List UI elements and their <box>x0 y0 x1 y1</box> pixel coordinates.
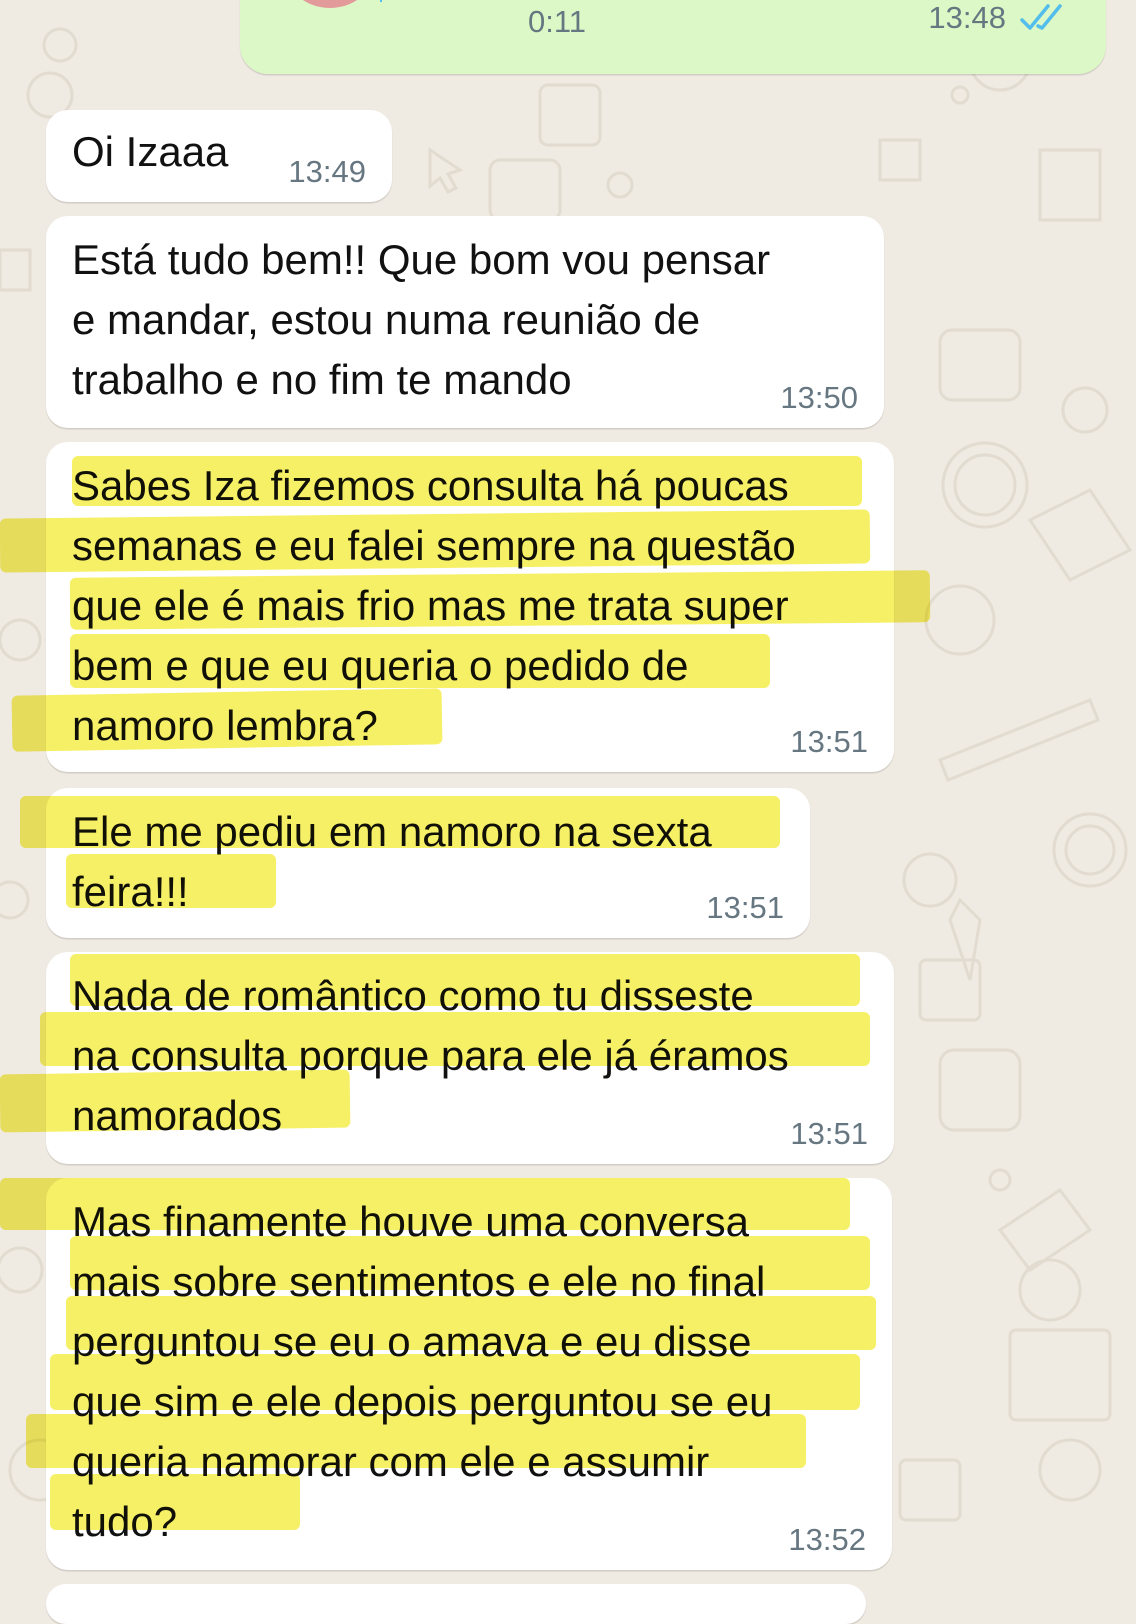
incoming-message[interactable]: Sabes Iza fizemos consulta há poucas sem… <box>46 442 894 772</box>
message-time: 13:51 <box>790 724 868 759</box>
message-text: Ele me pediu em namoro na sexta feira!!! <box>72 808 712 915</box>
incoming-message[interactable]: Oi Izaaa 13:49 <box>46 110 392 202</box>
incoming-message[interactable]: Nada de romântico como tu disseste na co… <box>46 952 894 1164</box>
message-text: Sabes Iza fizemos consulta há poucas sem… <box>72 462 796 749</box>
message-time: 13:51 <box>790 1116 868 1151</box>
microphone-icon <box>380 0 382 2</box>
incoming-message[interactable]: Ele me pediu em namoro na sexta feira!!!… <box>46 788 810 938</box>
message-time: 13:49 <box>288 154 366 189</box>
message-text: Está tudo bem!! Que bom vou pensar e man… <box>72 236 771 403</box>
message-time: 13:50 <box>780 380 858 415</box>
message-time: 13:48 <box>928 0 1006 35</box>
double-check-read-icon <box>1020 4 1062 30</box>
message-text: Mas finamente houve uma conversa mais so… <box>72 1198 773 1545</box>
message-time: 13:51 <box>706 890 784 925</box>
message-text: Oi Izaaa <box>72 128 229 175</box>
incoming-message[interactable]: Mas finamente houve uma conversa mais so… <box>46 1178 892 1570</box>
voice-sender-avatar <box>280 0 380 8</box>
outgoing-voice-message[interactable]: 0:11 13:48 <box>240 0 1106 74</box>
message-text: Nada de romântico como tu disseste na co… <box>72 972 789 1139</box>
message-time: 13:52 <box>788 1522 866 1557</box>
incoming-message-partial[interactable] <box>46 1584 866 1624</box>
incoming-message[interactable]: Está tudo bem!! Que bom vou pensar e man… <box>46 216 884 428</box>
voice-duration: 0:11 <box>528 4 587 39</box>
